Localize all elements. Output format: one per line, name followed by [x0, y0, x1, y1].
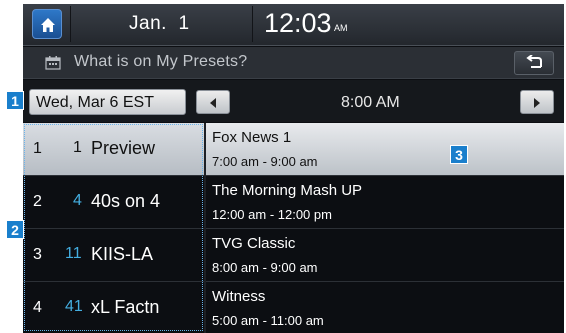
- callout-2: 2: [6, 220, 24, 239]
- date-label: Wed, Mar 6 EST: [36, 94, 154, 111]
- calendar-icon: [45, 56, 61, 70]
- status-date: Jan. 1: [129, 13, 190, 34]
- status-ampm: AM: [334, 23, 348, 33]
- callout-3: 3: [450, 145, 468, 164]
- home-button[interactable]: [32, 9, 62, 39]
- date-time-selector: Wed, Mar 6 EST 8:00 AM: [23, 80, 564, 122]
- program-title: Witness: [212, 288, 266, 305]
- program-title: TVG Classic: [212, 235, 296, 252]
- program-item[interactable]: The Morning Mash UP 12:00 am - 12:00 pm: [206, 176, 564, 229]
- program-item[interactable]: TVG Classic 8:00 am - 9:00 am: [206, 229, 564, 282]
- back-button[interactable]: [514, 51, 554, 75]
- next-time-button[interactable]: [520, 90, 554, 114]
- callout-1: 1: [6, 91, 24, 110]
- program-time: 7:00 am - 9:00 am: [212, 154, 318, 169]
- program-list: Fox News 1 7:00 am - 9:00 am The Morning…: [206, 123, 564, 333]
- program-time: 12:00 am - 12:00 pm: [212, 207, 332, 222]
- page-title: What is on My Presets?: [74, 53, 248, 70]
- time-label: 8:00 AM: [341, 94, 400, 111]
- status-time: 12:03: [264, 8, 332, 38]
- divider: [252, 6, 253, 42]
- channel-list-highlight: [24, 124, 203, 331]
- back-arrow-icon: [526, 55, 542, 68]
- status-bar: Jan. 1 12:03 AM: [23, 4, 564, 46]
- arrow-right-icon: [534, 98, 540, 108]
- program-time: 5:00 am - 11:00 am: [212, 313, 324, 328]
- arrow-left-icon: [210, 98, 216, 108]
- title-bar: What is on My Presets?: [23, 47, 564, 79]
- home-icon: [41, 18, 55, 32]
- program-item[interactable]: Witness 5:00 am - 11:00 am: [206, 282, 564, 333]
- program-title: The Morning Mash UP: [212, 182, 363, 199]
- previous-time-button[interactable]: [196, 90, 230, 114]
- program-time: 8:00 am - 9:00 am: [212, 260, 318, 275]
- program-title: Fox News 1: [212, 129, 292, 146]
- divider: [70, 6, 71, 42]
- program-item[interactable]: Fox News 1 7:00 am - 9:00 am: [206, 123, 564, 176]
- date-select-button[interactable]: Wed, Mar 6 EST: [29, 89, 186, 115]
